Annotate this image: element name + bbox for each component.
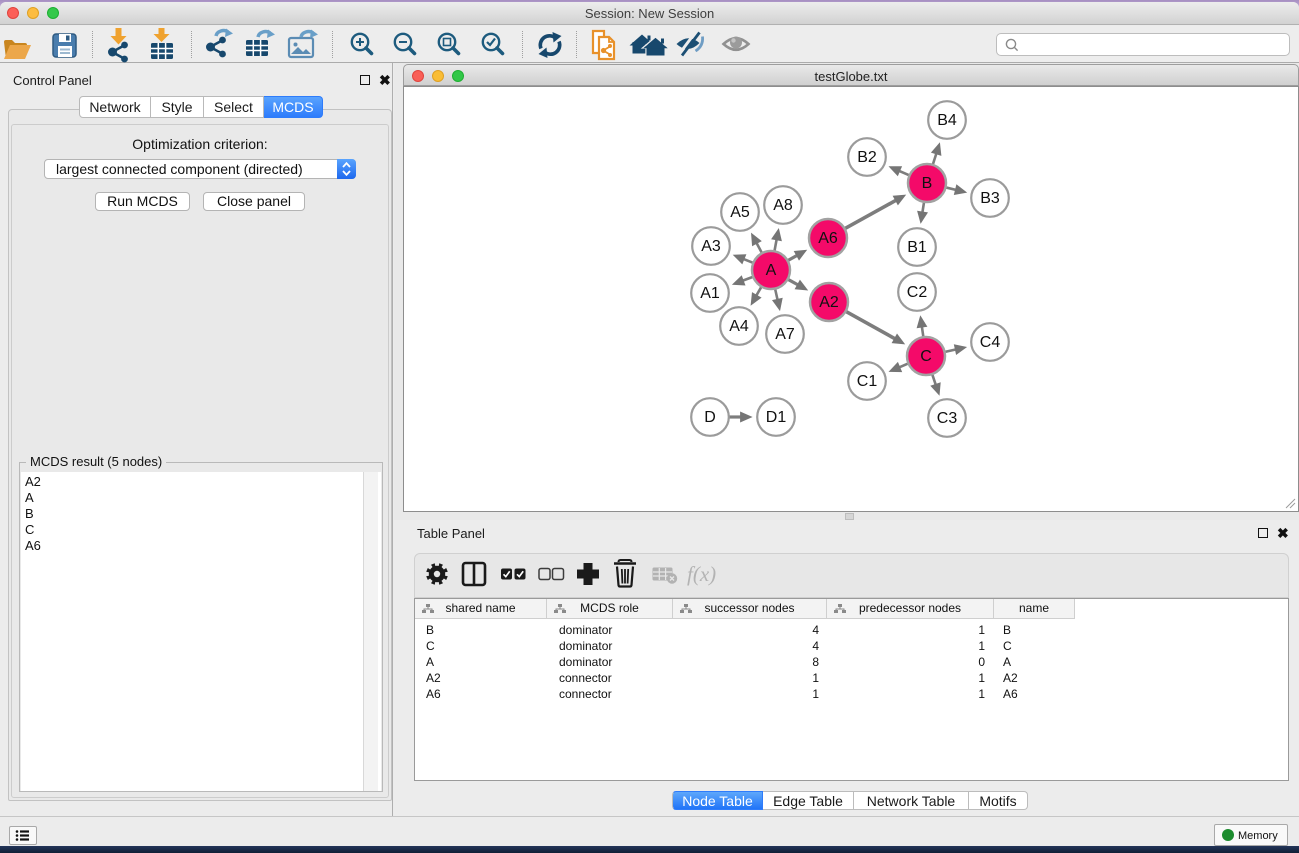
svg-text:A3: A3 [701, 238, 721, 255]
svg-text:C: C [920, 348, 932, 365]
svg-text:C3: C3 [937, 410, 958, 427]
svg-text:B: B [922, 175, 933, 192]
svg-text:B4: B4 [937, 112, 957, 129]
svg-text:B1: B1 [907, 239, 927, 256]
svg-text:A2: A2 [819, 294, 839, 311]
svg-text:A7: A7 [775, 326, 795, 343]
svg-text:C4: C4 [980, 334, 1001, 351]
svg-text:A8: A8 [773, 197, 793, 214]
svg-text:A4: A4 [729, 318, 749, 335]
svg-text:D: D [704, 409, 716, 426]
svg-text:B2: B2 [857, 149, 877, 166]
svg-text:C1: C1 [857, 373, 878, 390]
svg-text:C2: C2 [907, 284, 928, 301]
svg-text:D1: D1 [766, 409, 787, 426]
svg-text:A5: A5 [730, 204, 750, 221]
svg-text:A1: A1 [700, 285, 720, 302]
svg-text:f(x): f(x) [687, 562, 716, 586]
svg-text:B3: B3 [980, 190, 1000, 207]
svg-text:A: A [766, 262, 777, 279]
svg-text:A6: A6 [818, 230, 838, 247]
